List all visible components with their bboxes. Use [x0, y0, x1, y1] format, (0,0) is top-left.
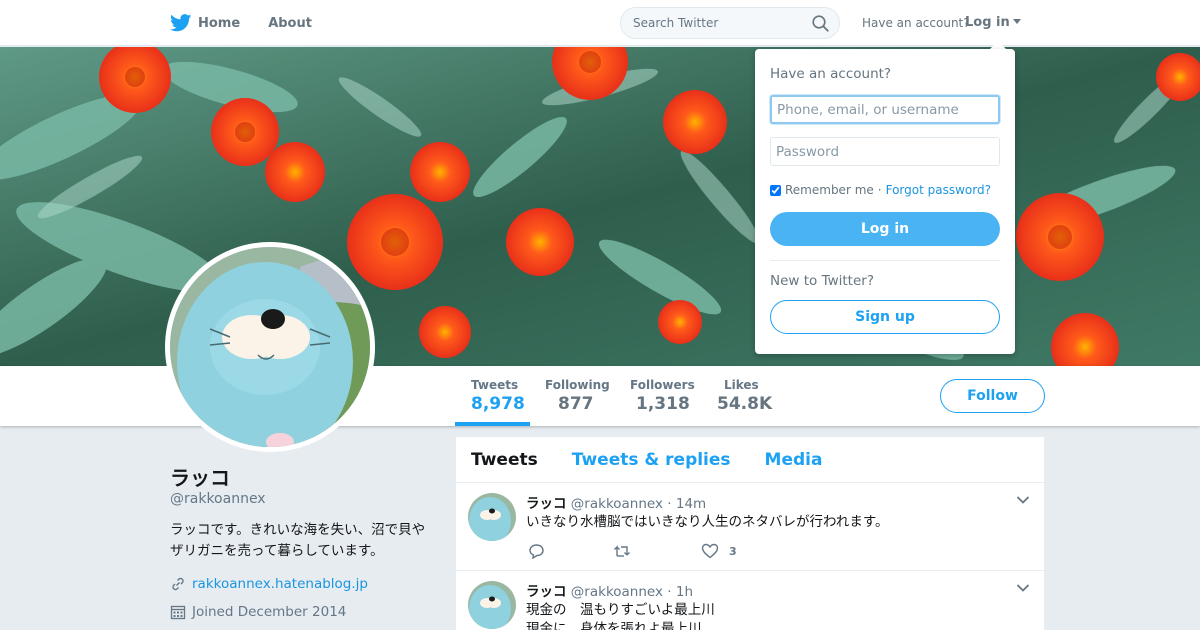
reply-action[interactable]	[528, 543, 555, 559]
search-icon[interactable]	[812, 15, 829, 32]
stat-value: 8,978	[471, 394, 525, 414]
tweet-timestamp[interactable]: · 14m	[667, 496, 706, 512]
retweet-action[interactable]	[613, 544, 643, 558]
top-navigation: Home About Have an account? Log in	[0, 0, 1200, 46]
tweet-text-line: 現金の 温もりすごいよ最上川	[526, 602, 715, 618]
tweet-text-line: 現金に 身体を張れよ最上川	[526, 621, 702, 630]
profile-joined-label: Joined December 2014	[192, 604, 347, 620]
reply-icon	[529, 544, 544, 559]
stat-followers[interactable]: Followers 1,318	[630, 366, 700, 426]
tab-tweets-and-replies[interactable]: Tweets & replies	[572, 450, 731, 470]
chevron-down-icon[interactable]	[1016, 583, 1030, 593]
login-dropdown-toggle[interactable]: Log in	[965, 15, 1021, 30]
heart-icon	[701, 543, 719, 559]
search-box[interactable]	[620, 7, 840, 39]
nav-left: Home About	[170, 0, 312, 46]
remember-me-checkbox[interactable]	[770, 184, 781, 196]
have-account-label: Have an account?	[862, 16, 970, 30]
tweet-avatar[interactable]	[468, 493, 516, 541]
separator-dot: ·	[877, 183, 882, 197]
tweet-author-name[interactable]: ラッコ	[526, 496, 567, 512]
search-input[interactable]	[621, 8, 801, 38]
profile-website[interactable]: rakkoannex.hatenablog.jp	[170, 576, 368, 592]
calendar-icon	[170, 605, 186, 620]
profile-website-label: rakkoannex.hatenablog.jp	[192, 576, 368, 592]
stat-tweets[interactable]: Tweets 8,978	[455, 366, 530, 426]
username-field[interactable]	[770, 95, 1000, 124]
avatar[interactable]	[165, 242, 375, 452]
tweet-text: 現金の 温もりすごいよ最上川 現金に 身体を張れよ最上川	[526, 601, 715, 630]
chevron-down-icon[interactable]	[1016, 495, 1030, 505]
signup-button[interactable]: Sign up	[770, 300, 1000, 334]
dropdown-caret	[990, 41, 1006, 49]
new-to-twitter-label: New to Twitter?	[770, 273, 874, 289]
tweet-author-handle[interactable]: @rakkoannex	[571, 496, 663, 512]
forgot-password-link[interactable]: Forgot password?	[886, 183, 991, 197]
tweet-timestamp[interactable]: · 1h	[667, 584, 693, 600]
otter-avatar-image	[468, 581, 516, 629]
stat-label: Tweets	[471, 378, 519, 392]
tweet-text: いきなり水槽脳ではいきなり人生のネタバレが行われます。	[526, 513, 888, 532]
remember-me-label[interactable]: Remember me	[785, 183, 874, 197]
link-icon	[172, 577, 184, 591]
stat-value: 54.8K	[717, 394, 773, 414]
tab-media[interactable]: Media	[765, 450, 823, 470]
twitter-bird-icon	[170, 14, 192, 32]
tweet-author-handle[interactable]: @rakkoannex	[571, 584, 663, 600]
like-action[interactable]: 3	[701, 543, 737, 559]
caret-down-icon	[1012, 19, 1021, 24]
login-dropdown: Have an account? Remember me · Forgot pa…	[755, 49, 1015, 354]
tweet-header: ラッコ @rakkoannex · 14m	[526, 492, 706, 512]
profile-name[interactable]: ラッコ	[170, 462, 230, 491]
otter-avatar-image	[170, 247, 370, 447]
tweet-avatar[interactable]	[468, 581, 516, 629]
profile-handle[interactable]: @rakkoannex	[170, 491, 266, 507]
like-count: 3	[729, 544, 737, 558]
login-dropdown-title: Have an account?	[770, 66, 892, 82]
nav-about-link[interactable]: About	[268, 16, 312, 31]
otter-avatar-image	[468, 493, 516, 541]
remember-me-row: Remember me · Forgot password?	[770, 183, 991, 197]
password-field[interactable]	[770, 137, 1000, 166]
tweet-header: ラッコ @rakkoannex · 1h	[526, 580, 693, 600]
nav-home-label: Home	[198, 15, 241, 31]
stat-following[interactable]: Following 877	[545, 366, 615, 426]
login-button[interactable]: Log in	[770, 212, 1000, 246]
stat-label: Followers	[630, 378, 695, 392]
profile-bio: ラッコです。きれいな海を失い、沼で貝やザリガニを売って暮らしています。	[170, 522, 426, 559]
nav-home-link[interactable]: Home	[170, 14, 240, 32]
stat-label: Following	[545, 378, 610, 392]
stat-value: 1,318	[636, 394, 690, 414]
tweet-item[interactable]: ラッコ @rakkoannex · 1h 現金の 温もりすごいよ最上川 現金に …	[456, 571, 1044, 630]
tab-tweets[interactable]: Tweets	[471, 450, 538, 470]
stat-likes[interactable]: Likes 54.8K	[717, 366, 777, 426]
timeline: Tweets Tweets & replies Media ラッコ @rakko…	[456, 437, 1044, 630]
tweet-item[interactable]: ラッコ @rakkoannex · 14m いきなり水槽脳ではいきなり人生のネタ…	[456, 483, 1044, 571]
stat-label: Likes	[724, 378, 759, 392]
timeline-tabs: Tweets Tweets & replies Media	[456, 437, 1044, 483]
divider	[770, 260, 1000, 261]
tweet-author-name[interactable]: ラッコ	[526, 584, 567, 600]
retweet-icon	[614, 545, 630, 557]
tweet-text-line: いきなり水槽脳ではいきなり人生のネタバレが行われます。	[526, 514, 889, 530]
stat-value: 877	[558, 394, 594, 414]
profile-joined: Joined December 2014	[170, 604, 346, 620]
login-link-label: Log in	[965, 15, 1010, 30]
tweet-actions: 3	[528, 543, 795, 559]
follow-button[interactable]: Follow	[940, 379, 1045, 413]
